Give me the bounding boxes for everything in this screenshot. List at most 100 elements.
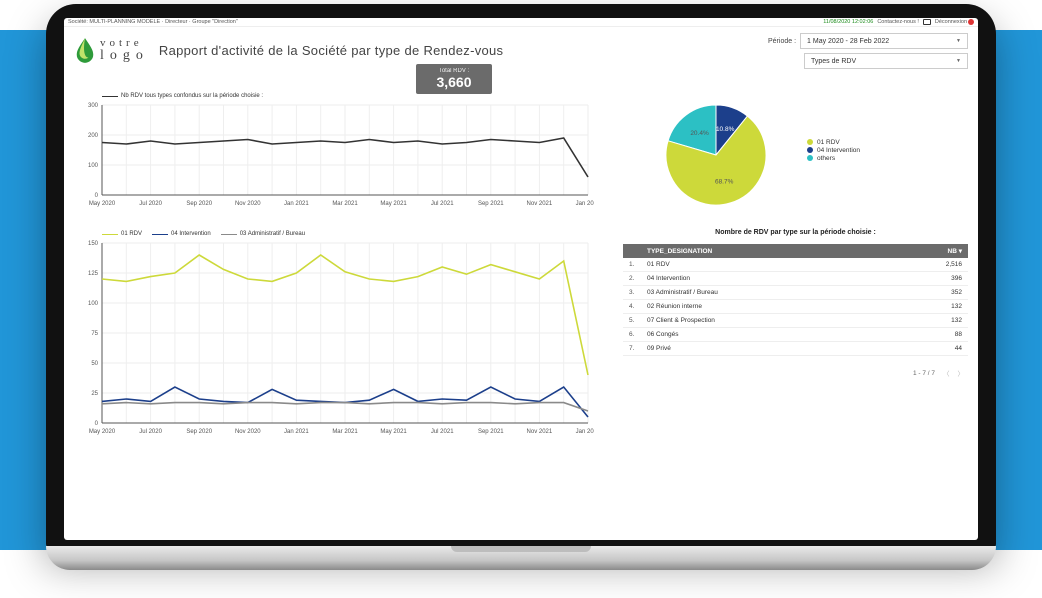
pie-svg: 20.4% 10.8% 68.7% bbox=[641, 85, 791, 215]
chart1-legend: Nb RDV tous types confondus sur la pério… bbox=[121, 93, 263, 99]
type-select[interactable]: Types de RDV ▼ bbox=[804, 53, 968, 69]
svg-text:Jul 2020: Jul 2020 bbox=[139, 429, 162, 435]
chart-by-type: 01 RDV 04 Intervention 03 Administratif … bbox=[74, 231, 594, 441]
logout-link[interactable]: Déconnexion bbox=[935, 19, 974, 25]
row-nb: 396 bbox=[885, 272, 968, 286]
pie-leg-3: others bbox=[817, 155, 835, 162]
pie-leg-1: 01 RDV bbox=[817, 139, 840, 146]
svg-text:Jan 2022: Jan 2022 bbox=[576, 201, 594, 207]
svg-text:100: 100 bbox=[88, 301, 99, 307]
pie-caption: Nombre de RDV par type sur la période ch… bbox=[623, 229, 968, 236]
svg-text:Nov 2021: Nov 2021 bbox=[527, 429, 553, 435]
svg-text:20.4%: 20.4% bbox=[690, 130, 709, 137]
table-row[interactable]: 3. 03 Administratif / Bureau 352 bbox=[623, 286, 968, 300]
svg-text:Jan 2021: Jan 2021 bbox=[284, 201, 309, 207]
table-row[interactable]: 4. 02 Réunion interne 132 bbox=[623, 300, 968, 314]
svg-text:May 2021: May 2021 bbox=[380, 429, 407, 435]
svg-text:Sep 2021: Sep 2021 bbox=[478, 201, 504, 207]
svg-text:25: 25 bbox=[91, 391, 98, 397]
company-logo: votre logo bbox=[74, 37, 149, 63]
svg-text:Sep 2020: Sep 2020 bbox=[186, 429, 212, 435]
row-name: 06 Congés bbox=[641, 328, 885, 342]
chart1-svg: 0 100 200 300 May 2020 Jul 2020 Sep 2020 Nov 20… bbox=[74, 101, 594, 211]
svg-text:Nov 2021: Nov 2021 bbox=[527, 201, 553, 207]
row-name: 04 Intervention bbox=[641, 272, 885, 286]
chart2-svg: 0255075100125150May 2020Jul 2020Sep 2020… bbox=[74, 239, 594, 439]
svg-text:0: 0 bbox=[95, 421, 99, 427]
svg-text:200: 200 bbox=[88, 133, 99, 139]
table-row[interactable]: 2. 04 Intervention 396 bbox=[623, 272, 968, 286]
svg-text:0: 0 bbox=[95, 193, 99, 199]
type-table: TYPE_DESIGNATION NB ▾ 1. 01 RDV 2,5162. … bbox=[623, 244, 968, 356]
power-icon bbox=[968, 19, 974, 25]
logout-label: Déconnexion bbox=[935, 19, 967, 25]
logo-text-1: votre bbox=[100, 38, 149, 49]
row-name: 09 Privé bbox=[641, 342, 885, 356]
drop-icon bbox=[74, 37, 96, 63]
svg-text:Nov 2020: Nov 2020 bbox=[235, 429, 261, 435]
table-row[interactable]: 1. 01 RDV 2,516 bbox=[623, 258, 968, 272]
row-nb: 132 bbox=[885, 300, 968, 314]
chart2-legend-2: 04 Intervention bbox=[171, 231, 211, 237]
chart2-legend-1: 01 RDV bbox=[121, 231, 142, 237]
th-index bbox=[623, 244, 641, 258]
mail-icon[interactable] bbox=[923, 19, 931, 25]
svg-text:10.8%: 10.8% bbox=[716, 126, 735, 133]
chevron-down-icon: ▼ bbox=[956, 58, 961, 64]
svg-text:150: 150 bbox=[88, 241, 99, 247]
row-index: 2. bbox=[623, 272, 641, 286]
svg-text:300: 300 bbox=[88, 103, 99, 109]
th-designation[interactable]: TYPE_DESIGNATION bbox=[641, 244, 885, 258]
svg-text:Mar 2021: Mar 2021 bbox=[332, 429, 358, 435]
type-value: Types de RDV bbox=[811, 58, 856, 65]
context-label: Société: MULTI-PLANNING MODELE · Directe… bbox=[68, 19, 238, 25]
table-pager: 1 - 7 / 7 〈 〉 bbox=[623, 356, 968, 378]
svg-text:Jan 2021: Jan 2021 bbox=[284, 429, 309, 435]
th-nb[interactable]: NB ▾ bbox=[885, 244, 968, 258]
row-nb: 352 bbox=[885, 286, 968, 300]
period-select[interactable]: 1 May 2020 - 28 Feb 2022 ▼ bbox=[800, 33, 968, 49]
row-index: 1. bbox=[623, 258, 641, 272]
svg-text:Sep 2020: Sep 2020 bbox=[186, 201, 212, 207]
svg-text:Mar 2021: Mar 2021 bbox=[332, 201, 358, 207]
app-top-bar: Société: MULTI-PLANNING MODELE · Directe… bbox=[64, 18, 978, 27]
row-name: 03 Administratif / Bureau bbox=[641, 286, 885, 300]
contact-link[interactable]: Contactez-nous ! bbox=[877, 19, 919, 25]
row-name: 07 Client & Prospection bbox=[641, 314, 885, 328]
page-title: Rapport d'activité de la Société par typ… bbox=[159, 43, 758, 58]
svg-text:125: 125 bbox=[88, 271, 99, 277]
pie-chart: 20.4% 10.8% 68.7% 01 RDV 04 Intervention o… bbox=[623, 73, 968, 215]
screen-bezel: Société: MULTI-PLANNING MODELE · Directe… bbox=[46, 4, 996, 548]
row-name: 02 Réunion interne bbox=[641, 300, 885, 314]
svg-text:Sep 2021: Sep 2021 bbox=[478, 429, 504, 435]
row-nb: 132 bbox=[885, 314, 968, 328]
laptop-mockup: Société: MULTI-PLANNING MODELE · Directe… bbox=[46, 4, 996, 572]
sort-desc-icon: ▾ bbox=[959, 248, 962, 255]
svg-text:Jan 2022: Jan 2022 bbox=[576, 429, 594, 435]
row-nb: 88 bbox=[885, 328, 968, 342]
pie-leg-2: 04 Intervention bbox=[817, 147, 860, 154]
period-label: Période : bbox=[768, 38, 796, 45]
svg-text:50: 50 bbox=[91, 361, 98, 367]
chevron-down-icon: ▼ bbox=[956, 38, 961, 44]
pager-next[interactable]: 〉 bbox=[958, 368, 965, 378]
logo-text-2: logo bbox=[100, 49, 149, 63]
pager-prev[interactable]: 〈 bbox=[943, 368, 950, 378]
row-index: 3. bbox=[623, 286, 641, 300]
row-nb: 44 bbox=[885, 342, 968, 356]
laptop-base bbox=[46, 546, 996, 570]
filter-panel: Période : 1 May 2020 - 28 Feb 2022 ▼ Typ… bbox=[768, 31, 968, 69]
table-row[interactable]: 5. 07 Client & Prospection 132 bbox=[623, 314, 968, 328]
row-index: 5. bbox=[623, 314, 641, 328]
table-row[interactable]: 7. 09 Privé 44 bbox=[623, 342, 968, 356]
row-nb: 2,516 bbox=[885, 258, 968, 272]
row-index: 4. bbox=[623, 300, 641, 314]
svg-text:75: 75 bbox=[91, 331, 98, 337]
svg-text:May 2020: May 2020 bbox=[89, 201, 116, 207]
svg-text:Jul 2020: Jul 2020 bbox=[139, 201, 162, 207]
svg-text:100: 100 bbox=[88, 163, 99, 169]
table-row[interactable]: 6. 06 Congés 88 bbox=[623, 328, 968, 342]
report-header: votre logo Rapport d'activité de la Soci… bbox=[64, 27, 978, 71]
svg-text:68.7%: 68.7% bbox=[715, 178, 734, 185]
pie-legend: 01 RDV 04 Intervention others bbox=[807, 138, 860, 163]
